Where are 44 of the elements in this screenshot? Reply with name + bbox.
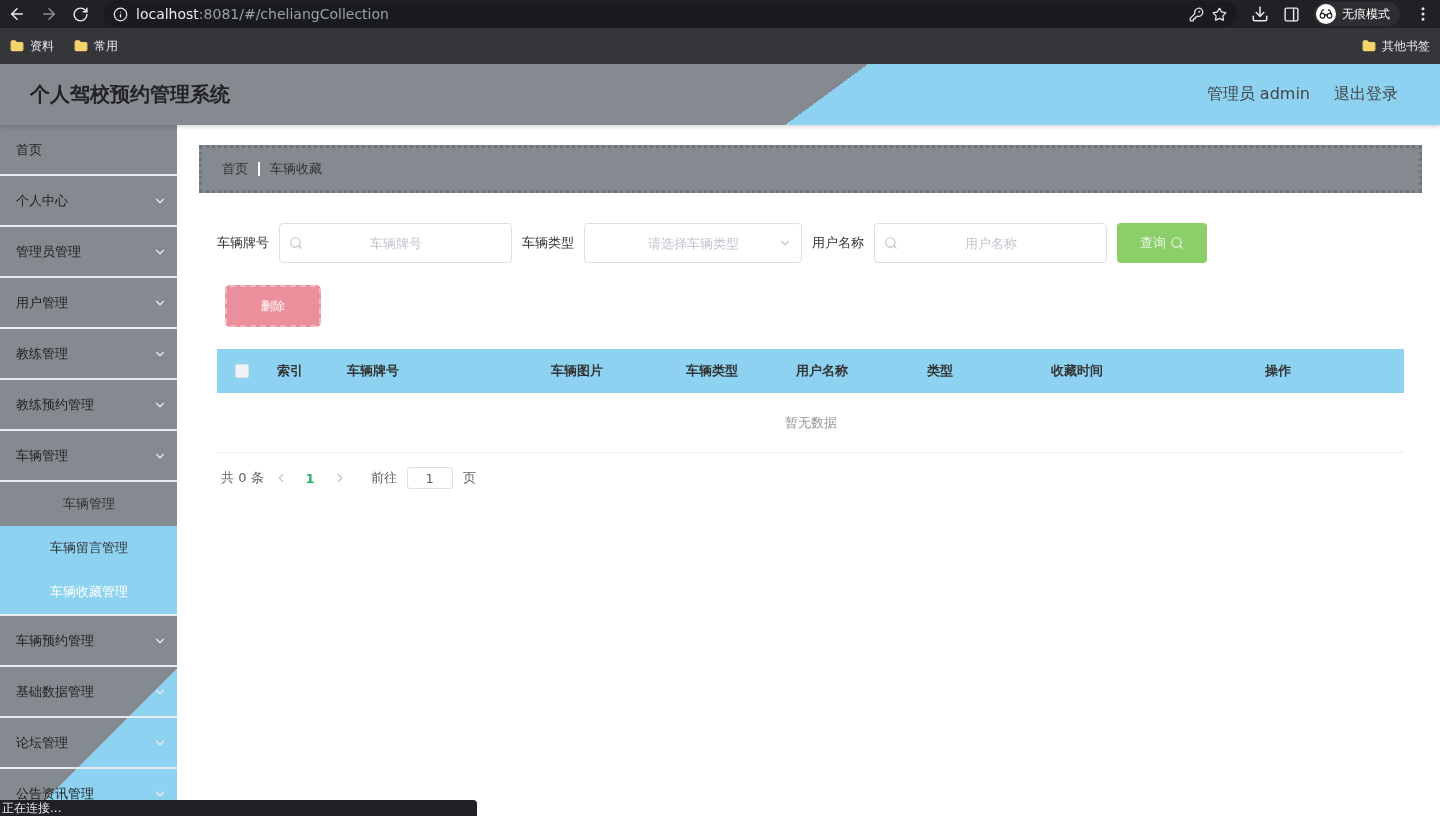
sidebar-subitem[interactable]: 车辆留言管理 <box>0 526 177 570</box>
page-number[interactable]: 1 <box>297 470 323 486</box>
sidebar-item[interactable]: 教练预约管理 <box>0 380 177 431</box>
filter-label: 用户名称 <box>812 234 864 252</box>
sidebar-item[interactable]: 管理员管理 <box>0 227 177 278</box>
breadcrumb-item[interactable]: 首页 <box>222 160 248 178</box>
address-bar[interactable]: localhost:8081/#/cheliangCollection <box>103 1 1237 27</box>
status-text: 正在连接... <box>0 800 477 816</box>
page-input[interactable]: 1 <box>406 467 453 489</box>
search-field[interactable]: 车辆牌号 <box>279 223 512 263</box>
empty-text: 暂无数据 <box>784 413 837 432</box>
filter-label: 车辆类型 <box>522 234 574 252</box>
column-header: 收藏时间 <box>1050 362 1104 380</box>
bookmark[interactable]: 其他书签 <box>1382 37 1430 55</box>
sidebar-item[interactable]: 论坛管理 <box>0 718 177 769</box>
sidebar-item[interactable]: 教练管理 <box>0 329 177 380</box>
logout-link[interactable]: 退出登录 <box>1334 84 1398 105</box>
column-header: 车辆牌号 <box>346 362 400 380</box>
breadcrumb-item[interactable]: 车辆收藏 <box>270 160 322 178</box>
bookmark[interactable]: 资料 <box>30 37 54 55</box>
sidebar-item[interactable]: 用户管理 <box>0 278 177 329</box>
sidebar-item[interactable]: 个人中心 <box>0 176 177 227</box>
sidebar-item[interactable]: 基础数据管理 <box>0 667 177 718</box>
goto-label: 前往 <box>370 469 397 487</box>
filter-label: 车辆牌号 <box>217 234 269 252</box>
url-text: localhost:8081/#/cheliangCollection <box>136 6 389 22</box>
sidebar-item[interactable]: 首页 <box>0 125 177 176</box>
incognito-badge[interactable]: 无痕模式 <box>1314 2 1400 26</box>
column-header: 用户名称 <box>795 362 849 380</box>
column-header: 类型 <box>925 362 954 380</box>
sidebar-subitem[interactable]: 车辆管理 <box>0 482 177 526</box>
total-count: 共 0 条 <box>221 469 264 487</box>
sidebar-item[interactable]: 车辆管理 <box>0 431 177 482</box>
page-unit: 页 <box>462 469 476 487</box>
user-label: 管理员 admin <box>1206 84 1310 105</box>
column-header: 操作 <box>1264 362 1292 380</box>
select-field[interactable]: 请选择车辆类型 <box>584 223 802 263</box>
column-header: 车辆图片 <box>550 362 604 380</box>
column-header: 车辆类型 <box>685 362 739 380</box>
search-field[interactable]: 用户名称 <box>874 223 1107 263</box>
app-title: 个人驾校预约管理系统 <box>30 81 231 108</box>
column-header: 索引 <box>276 362 304 380</box>
sidebar-item[interactable]: 车辆预约管理 <box>0 616 177 667</box>
bookmark[interactable]: 常用 <box>94 37 118 55</box>
